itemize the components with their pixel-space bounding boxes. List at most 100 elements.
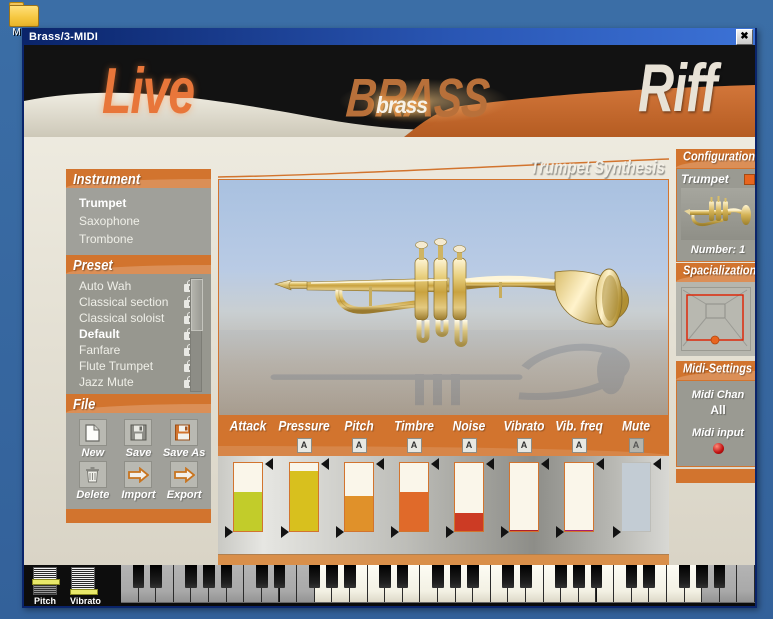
auto-button-vib-freq[interactable]: A xyxy=(571,438,587,453)
save-as-button[interactable]: Save As xyxy=(161,419,207,459)
piano-black-key[interactable] xyxy=(255,565,268,588)
slider-attack[interactable] xyxy=(233,462,263,532)
preset-label: Fanfare xyxy=(79,343,121,357)
window-title: Brass/3-MIDI xyxy=(29,30,99,43)
slider-min-marker-timbre[interactable] xyxy=(391,526,399,538)
piano-black-key[interactable] xyxy=(432,565,444,588)
piano-keyboard[interactable] xyxy=(121,565,755,606)
slider-header-mute: Mute A xyxy=(608,417,664,453)
piano-black-key[interactable] xyxy=(343,565,356,588)
slider-max-marker-mute[interactable] xyxy=(653,458,661,470)
instrument-list: Trumpet Saxophone Trombone xyxy=(66,188,211,255)
auto-button-pitch[interactable]: A xyxy=(351,438,367,453)
piano-black-key[interactable] xyxy=(643,565,655,588)
piano-black-key[interactable] xyxy=(678,565,691,588)
slider-header-noise: Noise A xyxy=(441,417,497,453)
slider-max-marker-vib-freq[interactable] xyxy=(596,458,604,470)
trumpet-render xyxy=(219,238,668,413)
close-icon[interactable]: ✖ xyxy=(736,28,753,45)
vibrato-wheel-handle[interactable] xyxy=(70,589,98,595)
slider-mute[interactable] xyxy=(621,462,651,532)
midi-settings-panel-title: Midi-Settings xyxy=(683,362,753,376)
slider-min-marker-pressure[interactable] xyxy=(281,526,289,538)
piano-white-key[interactable] xyxy=(737,565,755,602)
new-button[interactable]: New xyxy=(70,419,116,459)
slider-max-marker-pitch[interactable] xyxy=(376,458,384,470)
slider-min-marker-vib-freq[interactable] xyxy=(556,526,564,538)
slider-max-marker-attack[interactable] xyxy=(265,458,273,470)
vibrato-wheel-track[interactable] xyxy=(70,567,98,595)
configuration-instrument-name: Trumpet xyxy=(681,172,729,186)
piano-black-key[interactable] xyxy=(449,565,462,588)
piano-black-key[interactable] xyxy=(220,565,233,588)
midi-channel-value[interactable]: All xyxy=(679,403,755,417)
piano-black-key[interactable] xyxy=(396,565,409,588)
vibrato-wheel[interactable]: Vibrato xyxy=(70,567,101,606)
window-client-area: Live BRASS brass Riff Instrument Trumpet… xyxy=(24,45,755,606)
instrument-item-trumpet[interactable]: Trumpet xyxy=(66,194,211,212)
spacialization-pad[interactable] xyxy=(681,287,751,351)
instrument-viewport[interactable] xyxy=(218,179,669,416)
piano-black-key[interactable] xyxy=(696,565,708,588)
auto-button-vibrato[interactable]: A xyxy=(516,438,532,453)
preset-label: Auto Wah xyxy=(79,279,132,293)
slider-pressure[interactable] xyxy=(289,462,319,532)
piano-black-key[interactable] xyxy=(150,565,162,588)
pitch-wheel[interactable]: Pitch xyxy=(32,567,60,606)
floppy-disk-icon xyxy=(124,419,153,446)
slider-pitch[interactable] xyxy=(344,462,374,532)
import-button[interactable]: Import xyxy=(116,461,162,501)
piano-black-key[interactable] xyxy=(713,565,726,588)
piano-black-key[interactable] xyxy=(132,565,145,588)
slider-header-pressure: Pressure A xyxy=(276,417,332,453)
auto-button-pressure[interactable]: A xyxy=(296,438,312,453)
delete-button[interactable]: Delete xyxy=(70,461,116,501)
piano-black-key[interactable] xyxy=(273,565,286,588)
slider-max-marker-timbre[interactable] xyxy=(431,458,439,470)
instrument-item-trombone[interactable]: Trombone xyxy=(66,230,211,248)
slider-min-marker-vibrato[interactable] xyxy=(501,526,509,538)
configuration-number-label: Number: 1 xyxy=(690,244,746,256)
piano-black-key[interactable] xyxy=(326,565,338,588)
piano-black-key[interactable] xyxy=(572,565,585,588)
slider-max-marker-noise[interactable] xyxy=(486,458,494,470)
piano-black-key[interactable] xyxy=(467,565,479,588)
piano-black-key[interactable] xyxy=(379,565,391,588)
piano-black-key[interactable] xyxy=(185,565,198,588)
slider-noise[interactable] xyxy=(454,462,484,532)
piano-black-key[interactable] xyxy=(203,565,215,588)
slider-header-timbre: Timbre A xyxy=(386,417,442,453)
header-word-live: Live xyxy=(102,56,195,128)
slider-vibrato[interactable] xyxy=(509,462,539,532)
piano-black-key[interactable] xyxy=(590,565,603,588)
spacialization-panel-header: Spacialization xyxy=(676,263,755,282)
auto-button-noise[interactable]: A xyxy=(461,438,477,453)
pitch-wheel-handle[interactable] xyxy=(32,579,60,585)
spacialization-panel-title: Spacialization xyxy=(683,264,755,278)
piano-black-key[interactable] xyxy=(308,565,321,588)
piano-black-key[interactable] xyxy=(520,565,532,588)
piano-black-key[interactable] xyxy=(502,565,515,588)
window-titlebar[interactable]: Brass/3-MIDI ✖ xyxy=(24,28,755,45)
slider-min-marker-pitch[interactable] xyxy=(336,526,344,538)
preset-scrollbar[interactable] xyxy=(190,278,203,392)
instrument-item-saxophone[interactable]: Saxophone xyxy=(66,212,211,230)
auto-button-timbre[interactable]: A xyxy=(406,438,422,453)
slider-min-marker-attack[interactable] xyxy=(225,526,233,538)
preset-label: Classical soloist xyxy=(79,311,165,325)
save-button[interactable]: Save xyxy=(116,419,162,459)
pitch-wheel-track[interactable] xyxy=(32,567,60,595)
slider-min-marker-noise[interactable] xyxy=(446,526,454,538)
slider-vib-freq[interactable] xyxy=(564,462,594,532)
slider-min-marker-mute[interactable] xyxy=(613,526,621,538)
auto-button-mute[interactable]: A xyxy=(628,438,644,453)
display-header: Trumpet Synthesis xyxy=(218,157,669,179)
slider-max-marker-vibrato[interactable] xyxy=(541,458,549,470)
piano-black-key[interactable] xyxy=(625,565,638,588)
preset-scrollbar-thumb[interactable] xyxy=(191,279,203,332)
slider-timbre[interactable] xyxy=(399,462,429,532)
piano-black-key[interactable] xyxy=(555,565,567,588)
slider-max-marker-pressure[interactable] xyxy=(321,458,329,470)
configuration-instrument-row[interactable]: Trumpet xyxy=(681,172,755,186)
export-button[interactable]: Export xyxy=(161,461,207,501)
